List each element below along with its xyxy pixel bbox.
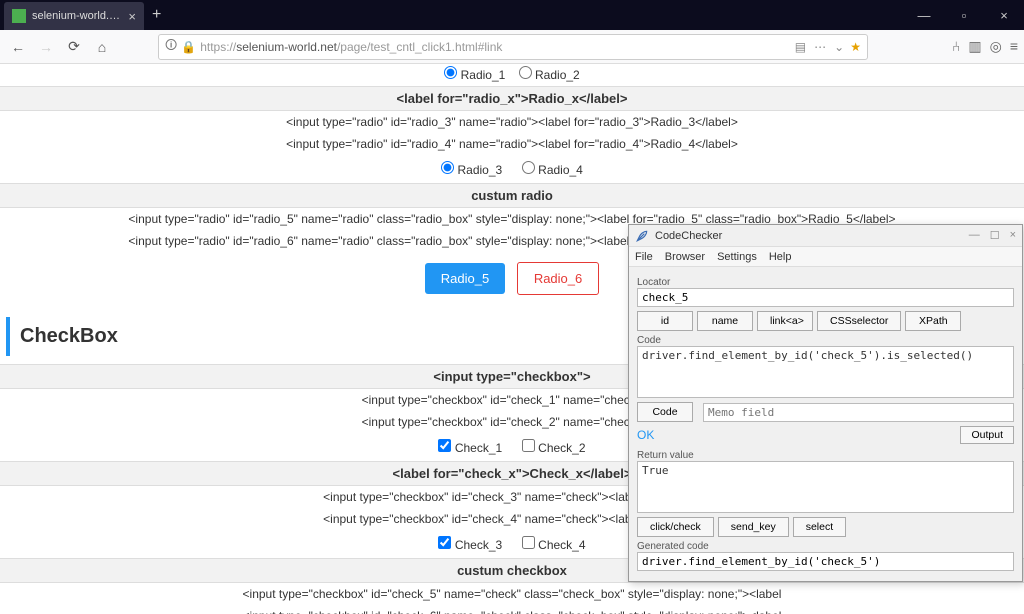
code-line: <input type="radio" id="radio_4" name="r… xyxy=(0,133,1024,155)
new-tab-button[interactable]: + xyxy=(152,6,161,24)
sync-icon[interactable]: ◎ xyxy=(990,38,1002,55)
send-key-button[interactable]: send_key xyxy=(718,517,789,537)
link-button[interactable]: link<a> xyxy=(757,311,813,331)
locator-label: Locator xyxy=(637,277,1014,288)
browser-titlebar: selenium-world.net/page/tes... × + — ▫ × xyxy=(0,0,1024,30)
check-3[interactable]: Check_3 xyxy=(438,538,502,552)
xpath-button[interactable]: XPath xyxy=(905,311,961,331)
menu-help[interactable]: Help xyxy=(769,251,792,263)
radio-4[interactable]: Radio_4 xyxy=(522,163,583,177)
popup-menubar: File Browser Settings Help xyxy=(629,247,1022,267)
section-header-radio-x: <label for="radio_x">Radio_x</label> xyxy=(0,86,1024,111)
nav-back-icon[interactable]: ← xyxy=(6,35,30,59)
memo-input[interactable] xyxy=(703,403,1014,422)
radio-6-button[interactable]: Radio_6 xyxy=(517,262,599,295)
generated-label: Generated code xyxy=(637,541,1014,552)
reader-icon[interactable]: ▤ xyxy=(795,40,806,54)
radio-3[interactable]: Radio_3 xyxy=(441,163,502,177)
return-label: Return value xyxy=(637,450,1014,461)
menu-file[interactable]: File xyxy=(635,251,653,263)
menu-settings[interactable]: Settings xyxy=(717,251,757,263)
code-label: Code xyxy=(637,335,1014,346)
check-1[interactable]: Check_1 xyxy=(438,441,502,455)
nav-home-icon[interactable]: ⌂ xyxy=(90,35,114,59)
ok-status: OK xyxy=(637,428,654,442)
url-bar[interactable]: 🛈 🔒 https://selenium-world.net/page/test… xyxy=(158,34,868,60)
popup-titlebar[interactable]: CodeChecker — ☐ × xyxy=(629,225,1022,247)
generated-input[interactable] xyxy=(637,552,1014,571)
check-4[interactable]: Check_4 xyxy=(522,538,586,552)
radio-2[interactable]: Radio_2 xyxy=(519,68,580,82)
click-check-button[interactable]: click/check xyxy=(637,517,714,537)
check-2[interactable]: Check_2 xyxy=(522,441,586,455)
app-feather-icon xyxy=(635,229,649,243)
bookmark-icon[interactable]: ★ xyxy=(850,40,861,54)
codechecker-window: CodeChecker — ☐ × File Browser Settings … xyxy=(628,224,1023,582)
nav-reload-icon[interactable]: ⟳ xyxy=(62,35,86,59)
name-button[interactable]: name xyxy=(697,311,753,331)
code-textbox[interactable]: driver.find_element_by_id('check_5').is_… xyxy=(637,346,1014,398)
cssselector-button[interactable]: CSSselector xyxy=(817,311,901,331)
tab-close-icon[interactable]: × xyxy=(128,9,136,24)
window-minimize-icon[interactable]: — xyxy=(904,8,944,23)
return-textbox[interactable]: True xyxy=(637,461,1014,513)
window-maximize-icon[interactable]: ▫ xyxy=(944,8,984,23)
library-icon[interactable]: ⑃ xyxy=(952,38,960,55)
popup-close-icon[interactable]: × xyxy=(1010,229,1016,242)
tab-favicon xyxy=(12,9,26,23)
popup-title: CodeChecker xyxy=(655,230,722,242)
id-button[interactable]: id xyxy=(637,311,693,331)
code-line: <input type="checkbox" id="check_6" name… xyxy=(0,605,1024,614)
url-menu-icon[interactable]: ⋯ xyxy=(814,40,826,54)
code-button[interactable]: Code xyxy=(637,402,693,422)
url-text: https://selenium-world.net/page/test_cnt… xyxy=(200,40,789,54)
shield-icon: 🛈 xyxy=(165,36,177,57)
section-header-custom-radio: custum radio xyxy=(0,183,1024,208)
code-line: <input type="checkbox" id="check_5" name… xyxy=(0,583,1024,605)
browser-toolbar: ← → ⟳ ⌂ 🛈 🔒 https://selenium-world.net/p… xyxy=(0,30,1024,64)
popup-maximize-icon[interactable]: ☐ xyxy=(990,229,1000,242)
nav-forward-icon[interactable]: → xyxy=(34,35,58,59)
sidebar-icon[interactable]: ▥ xyxy=(968,38,981,55)
radio-5-button[interactable]: Radio_5 xyxy=(425,263,505,294)
pocket-icon[interactable]: ⌄ xyxy=(834,40,844,54)
tab-title: selenium-world.net/page/tes... xyxy=(32,10,124,22)
hamburger-icon[interactable]: ≡ xyxy=(1010,38,1018,55)
browser-tab[interactable]: selenium-world.net/page/tes... × xyxy=(4,2,144,30)
select-button[interactable]: select xyxy=(793,517,846,537)
lock-icon: 🔒 xyxy=(181,40,196,54)
menu-browser[interactable]: Browser xyxy=(665,251,705,263)
radio-1[interactable]: Radio_1 xyxy=(444,68,505,82)
code-line: <input type="radio" id="radio_3" name="r… xyxy=(0,111,1024,133)
locator-input[interactable] xyxy=(637,288,1014,307)
locator-buttons: id name link<a> CSSselector XPath xyxy=(637,311,1014,331)
popup-minimize-icon[interactable]: — xyxy=(969,229,980,242)
output-button[interactable]: Output xyxy=(960,426,1014,444)
window-close-icon[interactable]: × xyxy=(984,8,1024,23)
